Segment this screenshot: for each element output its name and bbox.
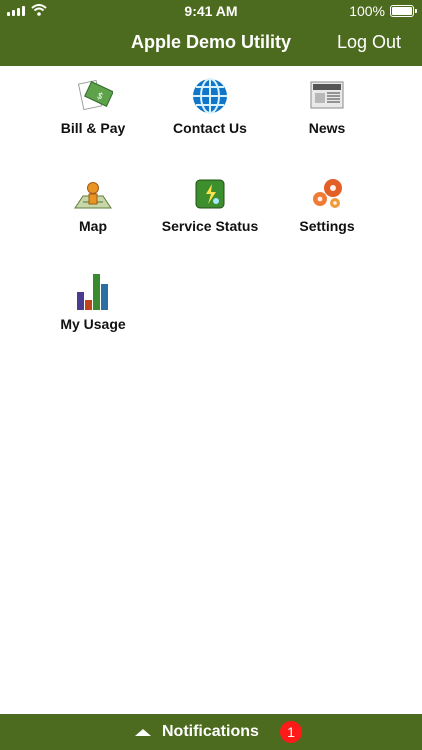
battery-percent: 100% — [349, 3, 385, 19]
gears-icon — [307, 174, 347, 214]
tile-label: My Usage — [60, 316, 126, 332]
status-bar: 9:41 AM 100% — [0, 0, 422, 22]
chevron-up-icon — [135, 729, 151, 736]
news-tile[interactable]: News — [257, 66, 397, 136]
battery-icon — [390, 5, 417, 17]
settings-tile[interactable]: Settings — [257, 164, 397, 234]
globe-icon — [190, 76, 230, 116]
newspaper-icon — [307, 76, 347, 116]
tile-label: Settings — [299, 218, 355, 234]
top-bar: 9:41 AM 100% Apple Demo Utility Log Out — [0, 0, 422, 66]
notifications-bar[interactable]: Notifications 1 — [0, 714, 422, 750]
power-status-icon — [190, 174, 230, 214]
notification-count-badge: 1 — [280, 721, 302, 743]
tile-label: News — [308, 120, 346, 136]
my-usage-tile[interactable]: My Usage — [23, 262, 163, 332]
bar-chart-icon — [73, 272, 113, 312]
money-icon: $ — [73, 76, 114, 116]
app-title: Apple Demo Utility — [130, 32, 291, 52]
notifications-label[interactable]: Notifications — [162, 723, 259, 741]
map-pin-icon — [73, 174, 113, 214]
logout-button[interactable]: Log Out — [337, 32, 401, 53]
